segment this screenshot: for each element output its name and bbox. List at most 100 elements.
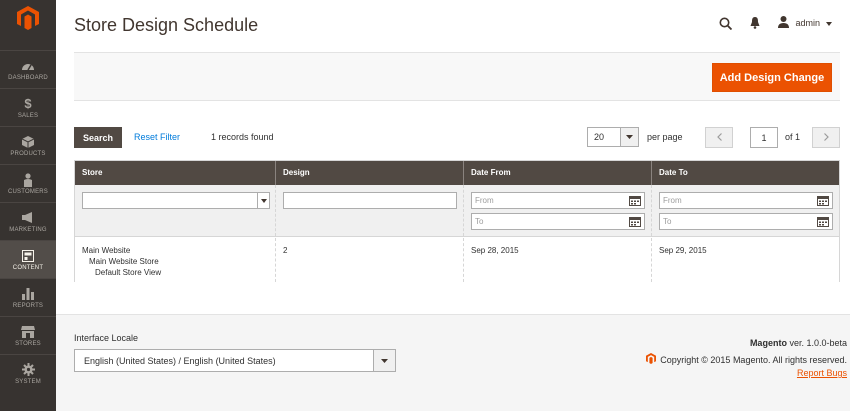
reset-filter-link[interactable]: Reset Filter <box>134 132 180 142</box>
calendar-icon[interactable] <box>817 216 829 227</box>
per-page-label: per page <box>647 132 683 142</box>
column-header-date-to[interactable]: Date To <box>652 161 839 185</box>
column-header-date-from[interactable]: Date From <box>464 161 652 185</box>
user-icon <box>778 16 790 30</box>
cube-icon <box>22 135 34 149</box>
chevron-right-icon <box>823 132 829 143</box>
magento-logo-icon[interactable] <box>0 0 56 36</box>
copyright-text: Copyright © 2015 Magento. All rights res… <box>660 354 847 365</box>
store-cell: Main Website Main Website Store Default … <box>75 238 276 282</box>
per-page-select[interactable]: 20 <box>587 127 639 147</box>
date-placeholder: From <box>663 196 682 205</box>
next-page-button[interactable] <box>812 127 840 148</box>
date-placeholder: From <box>475 196 494 205</box>
design-value: 2 <box>283 246 288 255</box>
chevron-left-icon <box>716 132 722 143</box>
search-button[interactable]: Search <box>74 127 122 148</box>
date-from-cell: Sep 28, 2015 <box>464 238 652 282</box>
design-filter-input[interactable] <box>283 192 457 209</box>
column-header-design[interactable]: Design <box>276 161 464 185</box>
megaphone-icon <box>21 211 35 225</box>
page-title: Store Design Schedule <box>74 15 259 35</box>
date-from-value: Sep 28, 2015 <box>471 246 519 255</box>
sidebar-item-sales[interactable]: $ SALES <box>0 88 56 126</box>
chevron-down-icon <box>373 350 395 371</box>
calendar-icon[interactable] <box>629 216 641 227</box>
report-bugs-link[interactable]: Report Bugs <box>797 368 847 378</box>
sidebar-item-label: SALES <box>17 112 39 119</box>
design-cell: 2 <box>276 238 464 282</box>
grid-header: Store Design Date From Date To <box>75 161 839 185</box>
dollar-icon: $ <box>24 96 32 111</box>
filter-cell-store <box>75 185 276 236</box>
calendar-icon[interactable] <box>817 195 829 206</box>
gear-icon <box>21 363 35 377</box>
sidebar-item-label: PRODUCTS <box>10 150 46 157</box>
admin-sidebar: DASHBOARD $ SALES PRODUCTS CUSTOMERS MAR… <box>0 0 56 411</box>
version-text: ver. 1.0.0-beta <box>789 338 847 348</box>
sidebar-item-content[interactable]: CONTENT <box>0 240 56 278</box>
sidebar-item-dashboard[interactable]: DASHBOARD <box>0 50 56 88</box>
date-to-from-input[interactable]: From <box>659 192 833 209</box>
date-to-cell: Sep 29, 2015 <box>652 238 839 282</box>
store-website: Main Website <box>82 246 131 255</box>
store-filter-select[interactable] <box>82 192 270 209</box>
filter-row: From To From To <box>75 185 839 237</box>
table-row[interactable]: Main Website Main Website Store Default … <box>75 238 839 282</box>
layout-icon <box>22 249 34 263</box>
version-info: Magento ver. 1.0.0-beta <box>750 338 847 348</box>
sidebar-item-label: SYSTEM <box>15 378 41 385</box>
sidebar-item-customers[interactable]: CUSTOMERS <box>0 164 56 202</box>
notifications-bell-icon[interactable] <box>740 14 770 32</box>
interface-locale-label: Interface Locale <box>74 333 139 343</box>
speedometer-icon <box>21 59 35 73</box>
sidebar-item-label: STORES <box>15 340 41 347</box>
date-from-from-input[interactable]: From <box>471 192 645 209</box>
page-total: of 1 <box>785 132 801 142</box>
user-menu[interactable]: admin <box>770 16 832 30</box>
filter-cell-date-to: From To <box>652 185 839 236</box>
sidebar-item-label: DASHBOARD <box>8 74 48 81</box>
sidebar-item-products[interactable]: PRODUCTS <box>0 126 56 164</box>
date-to-to-input[interactable]: To <box>659 213 833 230</box>
locale-value: English (United States) / English (Unite… <box>84 356 276 366</box>
header-actions: admin <box>710 14 832 32</box>
design-schedule-grid: Store Design Date From Date To From To F… <box>74 160 840 282</box>
sidebar-item-reports[interactable]: REPORTS <box>0 278 56 316</box>
add-design-change-button[interactable]: Add Design Change <box>712 63 832 92</box>
date-from-to-input[interactable]: To <box>471 213 645 230</box>
sidebar-item-system[interactable]: SYSTEM <box>0 354 56 392</box>
interface-locale-select[interactable]: English (United States) / English (Unite… <box>74 349 396 372</box>
person-icon <box>23 172 33 187</box>
user-name: admin <box>795 18 820 28</box>
page-actions-bar: Add Design Change <box>74 52 840 101</box>
date-placeholder: To <box>475 217 484 226</box>
per-page-value: 20 <box>594 132 605 142</box>
storefront-icon <box>21 325 35 339</box>
chevron-down-icon <box>257 193 269 208</box>
store-group: Main Website Store <box>89 257 159 266</box>
previous-page-button[interactable] <box>705 127 733 148</box>
sidebar-item-label: REPORTS <box>12 302 44 309</box>
page-footer: Interface Locale English (United States)… <box>56 314 850 411</box>
sidebar-item-stores[interactable]: STORES <box>0 316 56 354</box>
records-found: 1 records found <box>211 132 274 142</box>
search-icon[interactable] <box>710 14 740 32</box>
sidebar-item-label: MARKETING <box>9 226 47 233</box>
page-number-input[interactable]: 1 <box>750 127 778 148</box>
bar-chart-icon <box>22 287 34 301</box>
column-header-store[interactable]: Store <box>75 161 276 185</box>
brand-name: Magento <box>749 338 787 348</box>
sidebar-item-label: CONTENT <box>12 264 44 271</box>
store-view: Default Store View <box>95 268 162 277</box>
chevron-down-icon <box>620 128 638 146</box>
filter-cell-design <box>276 185 464 236</box>
filter-cell-date-from: From To <box>464 185 652 236</box>
copyright: Copyright © 2015 Magento. All rights res… <box>646 353 847 366</box>
magento-logo-icon <box>646 353 657 366</box>
sidebar-item-marketing[interactable]: MARKETING <box>0 202 56 240</box>
chevron-down-icon <box>826 18 832 28</box>
date-to-value: Sep 29, 2015 <box>659 246 707 255</box>
calendar-icon[interactable] <box>629 195 641 206</box>
date-placeholder: To <box>663 217 672 226</box>
